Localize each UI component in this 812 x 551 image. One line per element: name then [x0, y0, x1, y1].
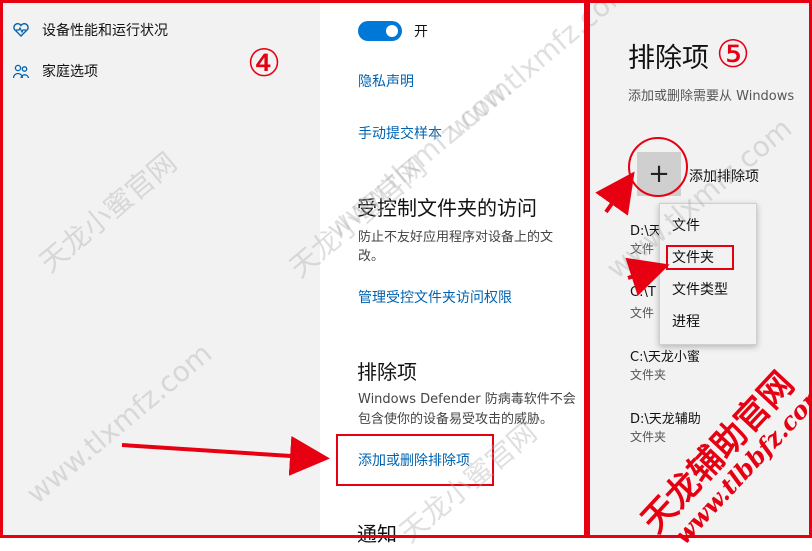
- annotation-frame-left: [0, 0, 590, 538]
